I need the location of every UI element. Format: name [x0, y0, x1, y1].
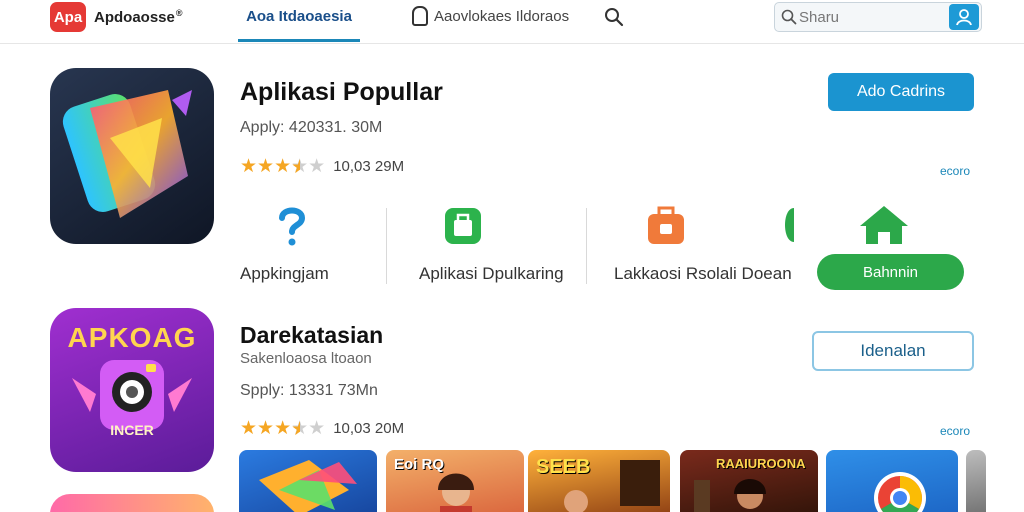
- search-box[interactable]: [774, 2, 982, 32]
- more-link[interactable]: ecoro: [940, 164, 970, 178]
- divider: [586, 208, 587, 284]
- briefcase-icon: [648, 206, 684, 244]
- star-rating: ★★★★★★: [240, 418, 326, 440]
- top-navigation-bar: Apa Apdoaosse® Aoa Itdaoaesia Aaovlokaes…: [0, 0, 1024, 44]
- app-icon-partial[interactable]: [50, 494, 214, 512]
- tab-categories[interactable]: Aaovlokaes Ildoraos: [412, 6, 569, 26]
- movie-poster-image: [694, 479, 766, 512]
- bag-icon: [412, 6, 428, 26]
- movie-poster-image: [564, 460, 660, 512]
- category-label: Appkingjam: [240, 264, 329, 283]
- category-label: Aplikasi Dpulkaring: [419, 264, 564, 283]
- green-action-button[interactable]: Bahnnin: [817, 254, 964, 290]
- rating-count: 10,03 29M: [333, 158, 405, 175]
- add-button[interactable]: Ado Cadrins: [828, 73, 974, 111]
- star-rating: ★★★★★★: [240, 156, 326, 178]
- thumbnail-3[interactable]: SEEB: [528, 450, 670, 512]
- rating-row: ★★★★★★ 10,03 29M: [240, 155, 404, 178]
- partial-green-icon: [785, 208, 794, 242]
- section-title-2: Darekatasian: [240, 322, 384, 348]
- more-link-2[interactable]: ecoro: [940, 424, 970, 438]
- colorful-app-logo: [62, 90, 192, 218]
- app-icon-camera[interactable]: APKOAG INCER: [50, 308, 214, 472]
- thumbnail-5[interactable]: [826, 450, 958, 512]
- tab-categories-label: Aaovlokaes Ildoraos: [434, 7, 570, 25]
- app-meta-2: Spply: 13331 73Mn: [240, 382, 378, 399]
- search-input[interactable]: [799, 7, 949, 27]
- browser-logo-icon: [874, 472, 926, 512]
- question-icon: [279, 207, 306, 246]
- install-button[interactable]: Idenalan: [812, 331, 974, 371]
- category-label: Lakkaosi Rsolali Doeanr: [614, 264, 792, 283]
- colorful-shape-icon: [259, 460, 357, 512]
- user-button[interactable]: [949, 4, 979, 30]
- user-icon: [956, 9, 972, 26]
- brand-name[interactable]: Apdoaosse®: [94, 8, 183, 26]
- camera-mascot-icon: [72, 360, 192, 430]
- thumbnail-4[interactable]: RAAIUROONA: [680, 450, 818, 512]
- house-icon: [860, 206, 908, 244]
- thumbnail-6[interactable]: [966, 450, 986, 512]
- tab-indonesia[interactable]: Aoa Itdaoaesia: [238, 7, 360, 42]
- app-icon-popular[interactable]: [50, 68, 214, 244]
- divider: [386, 208, 387, 284]
- section-title-popular: Aplikasi Popullar: [240, 78, 443, 106]
- rating-count: 10,03 20M: [333, 420, 405, 437]
- search-icon[interactable]: [604, 7, 624, 27]
- app-meta: Apply: 420331. 30M: [240, 119, 383, 136]
- app-store-logo[interactable]: Apa: [50, 2, 86, 32]
- icon-caption: INCER: [110, 422, 154, 438]
- shopping-bag-icon: [445, 208, 481, 244]
- search-icon: [781, 9, 797, 25]
- thumbnail-2[interactable]: Eoi RQ: [386, 450, 524, 512]
- rating-row-2: ★★★★★★ 10,03 20M: [240, 417, 404, 440]
- portrait-image: [438, 473, 474, 512]
- thumbnail-1[interactable]: [239, 450, 377, 512]
- section-subtitle-2: Sakenloaosa ltoaon: [240, 350, 372, 367]
